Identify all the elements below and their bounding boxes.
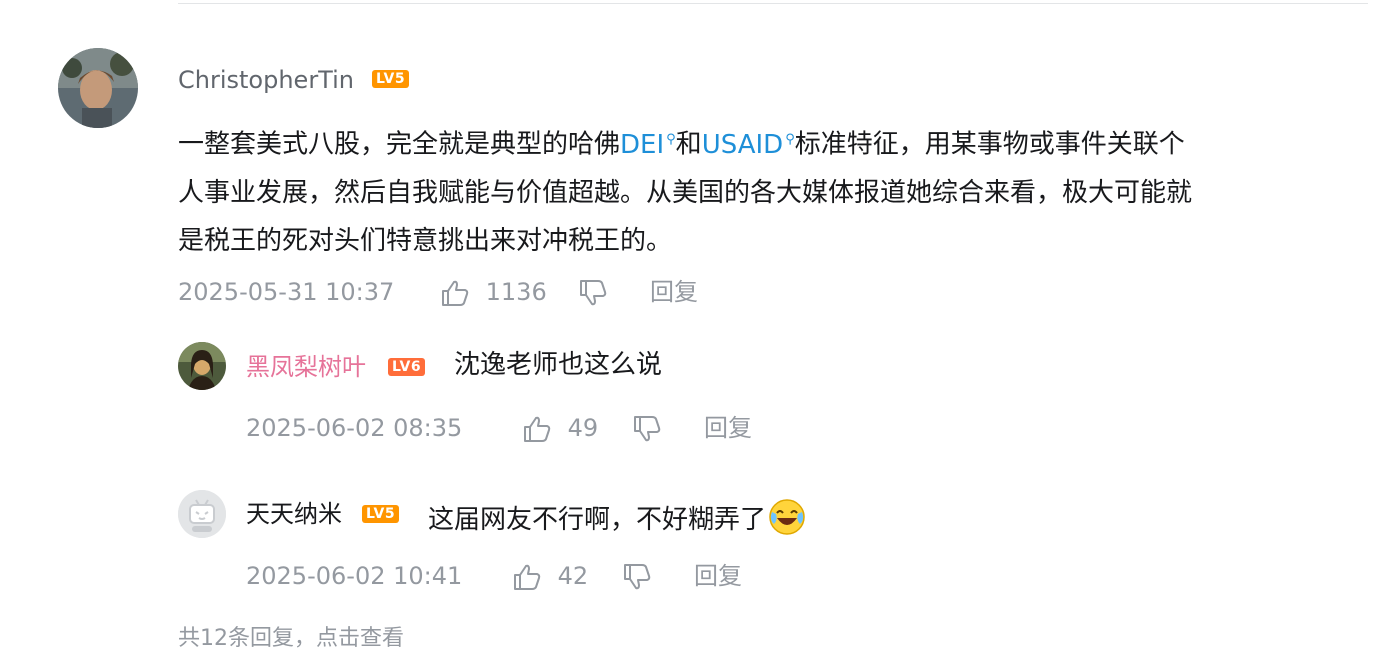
avatar[interactable] [178,342,226,390]
thumb-down-icon [632,415,662,443]
reply-button[interactable]: 回复 [694,562,742,590]
dislike-button[interactable] [622,562,652,591]
top-divider [178,3,1368,4]
reply-content: 这届网友不行啊，不好糊弄了 [428,498,806,543]
comment-meta: 2025-05-31 10:37 1136 回复 [178,278,778,308]
thumb-up-icon [512,563,542,591]
comment-timestamp: 2025-05-31 10:37 [178,278,395,306]
avatar-photo [58,48,138,128]
thumb-up-icon [440,279,470,307]
thumb-down-icon [578,279,608,307]
laughing-crying-emoji [768,498,806,543]
search-icon: ⚲ [785,132,795,147]
comment-username[interactable]: ChristopherTin [178,66,354,94]
reply-username[interactable]: 天天纳米 [246,500,342,528]
comment-text-part: 一整套美式八股，完全就是典型的哈佛 [178,129,621,160]
reply-button[interactable]: 回复 [704,414,752,442]
reply-username[interactable]: 黑凤梨树叶 [246,353,366,381]
avatar[interactable] [178,490,226,538]
level-badge: LV5 [372,70,410,88]
like-count: 1136 [485,278,547,306]
search-icon: ⚲ [666,132,676,147]
comment-text-part: 和 [675,129,702,160]
reply-button[interactable]: 回复 [650,278,698,306]
avatar[interactable] [58,48,138,128]
comment-text-part: 人事业发展，然后自我赋能与价值超越。从美国的各大媒体报道她综合来看，极大可能就 [178,177,1193,208]
reply-timestamp: 2025-06-02 08:35 [246,414,463,442]
level-badge: LV6 [388,358,426,376]
reply-timestamp: 2025-06-02 10:41 [246,562,463,590]
dislike-button[interactable] [578,278,608,307]
reply-meta: 2025-06-02 10:41 42 回复 [246,562,806,592]
dislike-button[interactable] [632,414,662,443]
reply-content: 沈逸老师也这么说 [454,350,663,380]
mona-lisa-avatar [178,342,226,390]
thumb-up-icon [522,415,552,443]
view-more-replies[interactable]: 共12条回复，点击查看 [178,620,404,652]
comment-content: 一整套美式八股，完全就是典型的哈佛DEI ⚲和USAID ⚲标准特征，用某事物或事件… [178,116,1368,265]
like-count: 42 [557,562,589,590]
like-button[interactable]: 49 [522,414,598,443]
thumb-down-icon [622,563,652,591]
like-button[interactable]: 1136 [440,278,547,307]
level-badge: LV5 [362,505,400,523]
like-count: 49 [567,414,599,442]
like-button[interactable]: 42 [512,562,588,591]
keyword-link-usaid[interactable]: USAID ⚲ [702,130,795,160]
comment-text-part: 是税王的死对头们特意挑出来对冲税王的。 [178,225,673,256]
keyword-link-dei[interactable]: DEI ⚲ [620,130,676,160]
default-tv-avatar-icon [178,490,226,538]
reply-meta: 2025-06-02 08:35 49 回复 [246,414,806,444]
comment-text-part: 标准特征，用某事物或事件关联个 [794,129,1185,160]
